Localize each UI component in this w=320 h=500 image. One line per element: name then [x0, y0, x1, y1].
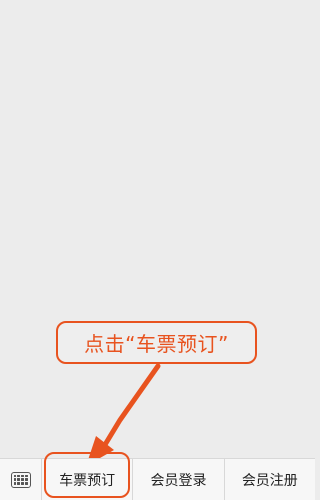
- keyboard-icon: [10, 471, 31, 488]
- menu-item-label: 会员登录: [150, 472, 207, 489]
- annotation-text: 点击“车票预订”: [84, 332, 229, 356]
- highlight-ring: [44, 452, 131, 498]
- menu-item-label: 会员注册: [241, 472, 298, 489]
- menu-item-member-register[interactable]: 会员注册: [225, 459, 315, 500]
- menu-item-member-login[interactable]: 会员登录: [133, 459, 225, 500]
- chat-content-area: [0, 0, 315, 458]
- menu-item-ticket-booking[interactable]: 车票预订: [42, 452, 134, 500]
- bottom-menu-bar: 车票预订 会员登录 会员注册: [0, 452, 315, 500]
- annotation-callout: 点击“车票预订”: [56, 321, 257, 364]
- keyboard-toggle-button[interactable]: [0, 459, 42, 500]
